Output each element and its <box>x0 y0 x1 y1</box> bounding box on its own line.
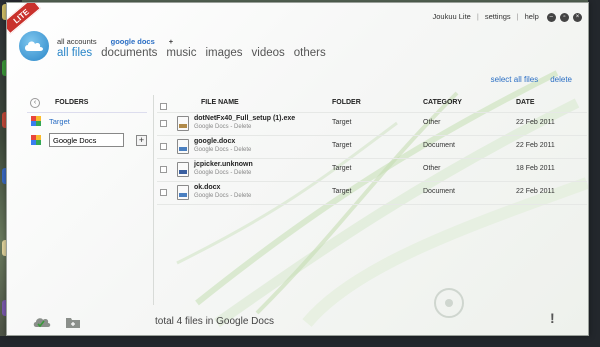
app-window: LITE Joukuu Lite | settings | help – ▫ ×… <box>6 2 589 336</box>
file-source: Google Docs - Delete <box>194 170 252 176</box>
tab-others[interactable]: others <box>294 47 326 59</box>
lite-badge: LITE <box>7 3 41 35</box>
unknown-file-icon <box>177 162 189 177</box>
file-folder: Target <box>332 165 352 172</box>
row-checkbox[interactable] <box>160 143 167 150</box>
all-accounts-link[interactable]: all accounts <box>57 37 97 46</box>
file-name[interactable]: ok.docx <box>194 184 220 191</box>
maximize-icon[interactable]: ▫ <box>559 13 569 22</box>
table-row[interactable]: dotNetFx40_Full_setup (1).exe Google Doc… <box>157 113 587 135</box>
select-all-files-link[interactable]: select all files <box>491 75 539 84</box>
file-category: Document <box>423 142 455 149</box>
file-date: 18 Feb 2011 <box>516 165 555 172</box>
taskbar <box>0 336 600 347</box>
google-docs-icon <box>31 135 41 145</box>
file-folder: Target <box>332 142 352 149</box>
new-folder-name-input[interactable] <box>49 133 124 147</box>
current-account-link[interactable]: google docs <box>111 37 155 46</box>
file-date: 22 Feb 2011 <box>516 119 555 126</box>
divider <box>157 204 587 205</box>
file-actions: select all files delete <box>491 75 572 84</box>
category-nav: all files documents music images videos … <box>57 47 326 59</box>
minimize-icon[interactable]: – <box>546 13 556 22</box>
file-date: 22 Feb 2011 <box>516 188 555 195</box>
add-account-button[interactable]: + <box>169 37 173 46</box>
column-date[interactable]: DATE <box>516 99 535 106</box>
alert-icon[interactable]: ! <box>550 310 555 326</box>
folders-sidebar: ‹ FOLDERS Target + <box>27 95 149 305</box>
row-checkbox[interactable] <box>160 189 167 196</box>
close-icon[interactable]: × <box>573 13 582 22</box>
bottom-toolbar <box>33 315 81 329</box>
separator: | <box>516 12 519 21</box>
column-category[interactable]: CATEGORY <box>423 99 462 106</box>
account-switcher: all accounts google docs + <box>57 37 173 46</box>
row-checkbox[interactable] <box>160 120 167 127</box>
settings-link[interactable]: settings <box>485 12 511 21</box>
file-name[interactable]: dotNetFx40_Full_setup (1).exe <box>194 115 295 122</box>
delete-file-link[interactable]: Delete <box>234 193 251 199</box>
window-topbar: Joukuu Lite | settings | help – ▫ × <box>432 11 582 22</box>
docx-file-icon <box>177 185 189 200</box>
cloud-logo-icon <box>19 31 49 61</box>
file-table: FILE NAME FOLDER CATEGORY DATE dotNetFx4… <box>157 95 587 205</box>
delete-file-link[interactable]: Delete <box>234 170 251 176</box>
docx-file-icon <box>177 139 189 154</box>
column-folder[interactable]: FOLDER <box>332 99 361 106</box>
file-name[interactable]: jcpicker.unknown <box>194 161 253 168</box>
add-folder-button[interactable]: + <box>136 134 147 146</box>
file-folder: Target <box>332 188 352 195</box>
add-folder-icon[interactable] <box>65 315 81 329</box>
file-folder: Target <box>332 119 352 126</box>
cloud-sync-icon[interactable] <box>33 315 51 329</box>
file-date: 22 Feb 2011 <box>516 142 555 149</box>
tab-images[interactable]: images <box>205 47 242 59</box>
file-source: Google Docs - Delete <box>194 124 252 130</box>
column-file-name[interactable]: FILE NAME <box>201 99 239 106</box>
help-link[interactable]: help <box>525 12 539 21</box>
table-row[interactable]: jcpicker.unknown Google Docs - Delete Ta… <box>157 159 587 181</box>
row-checkbox[interactable] <box>160 166 167 173</box>
table-row[interactable]: ok.docx Google Docs - Delete Target Docu… <box>157 182 587 204</box>
tab-all-files[interactable]: all files <box>57 47 92 59</box>
tab-videos[interactable]: videos <box>252 47 285 59</box>
divider <box>27 112 147 113</box>
file-source: Google Docs - Delete <box>194 193 252 199</box>
file-category: Document <box>423 188 455 195</box>
table-header: FILE NAME FOLDER CATEGORY DATE <box>157 95 587 112</box>
google-docs-icon <box>31 116 41 126</box>
delete-file-link[interactable]: Delete <box>234 124 251 130</box>
file-source: Google Docs - Delete <box>194 147 252 153</box>
file-name[interactable]: google.docx <box>194 138 235 145</box>
exe-file-icon <box>177 116 189 131</box>
tab-music[interactable]: music <box>166 47 196 59</box>
sidebar-item-label: Target <box>49 116 70 126</box>
separator: | <box>476 12 479 21</box>
sidebar-divider <box>153 95 154 305</box>
table-row[interactable]: google.docx Google Docs - Delete Target … <box>157 136 587 158</box>
new-folder-row: + <box>31 133 147 147</box>
delete-link[interactable]: delete <box>550 75 572 84</box>
app-name: Joukuu Lite <box>432 12 471 21</box>
delete-file-link[interactable]: Delete <box>234 147 251 153</box>
back-icon[interactable]: ‹ <box>30 98 40 108</box>
file-category: Other <box>423 119 441 126</box>
folders-header: FOLDERS <box>55 99 89 106</box>
desktop-edge <box>588 0 600 347</box>
status-text: total 4 files in Google Docs <box>155 316 274 327</box>
tab-documents[interactable]: documents <box>101 47 157 59</box>
file-category: Other <box>423 165 441 172</box>
sidebar-item-target[interactable]: Target <box>31 116 70 126</box>
